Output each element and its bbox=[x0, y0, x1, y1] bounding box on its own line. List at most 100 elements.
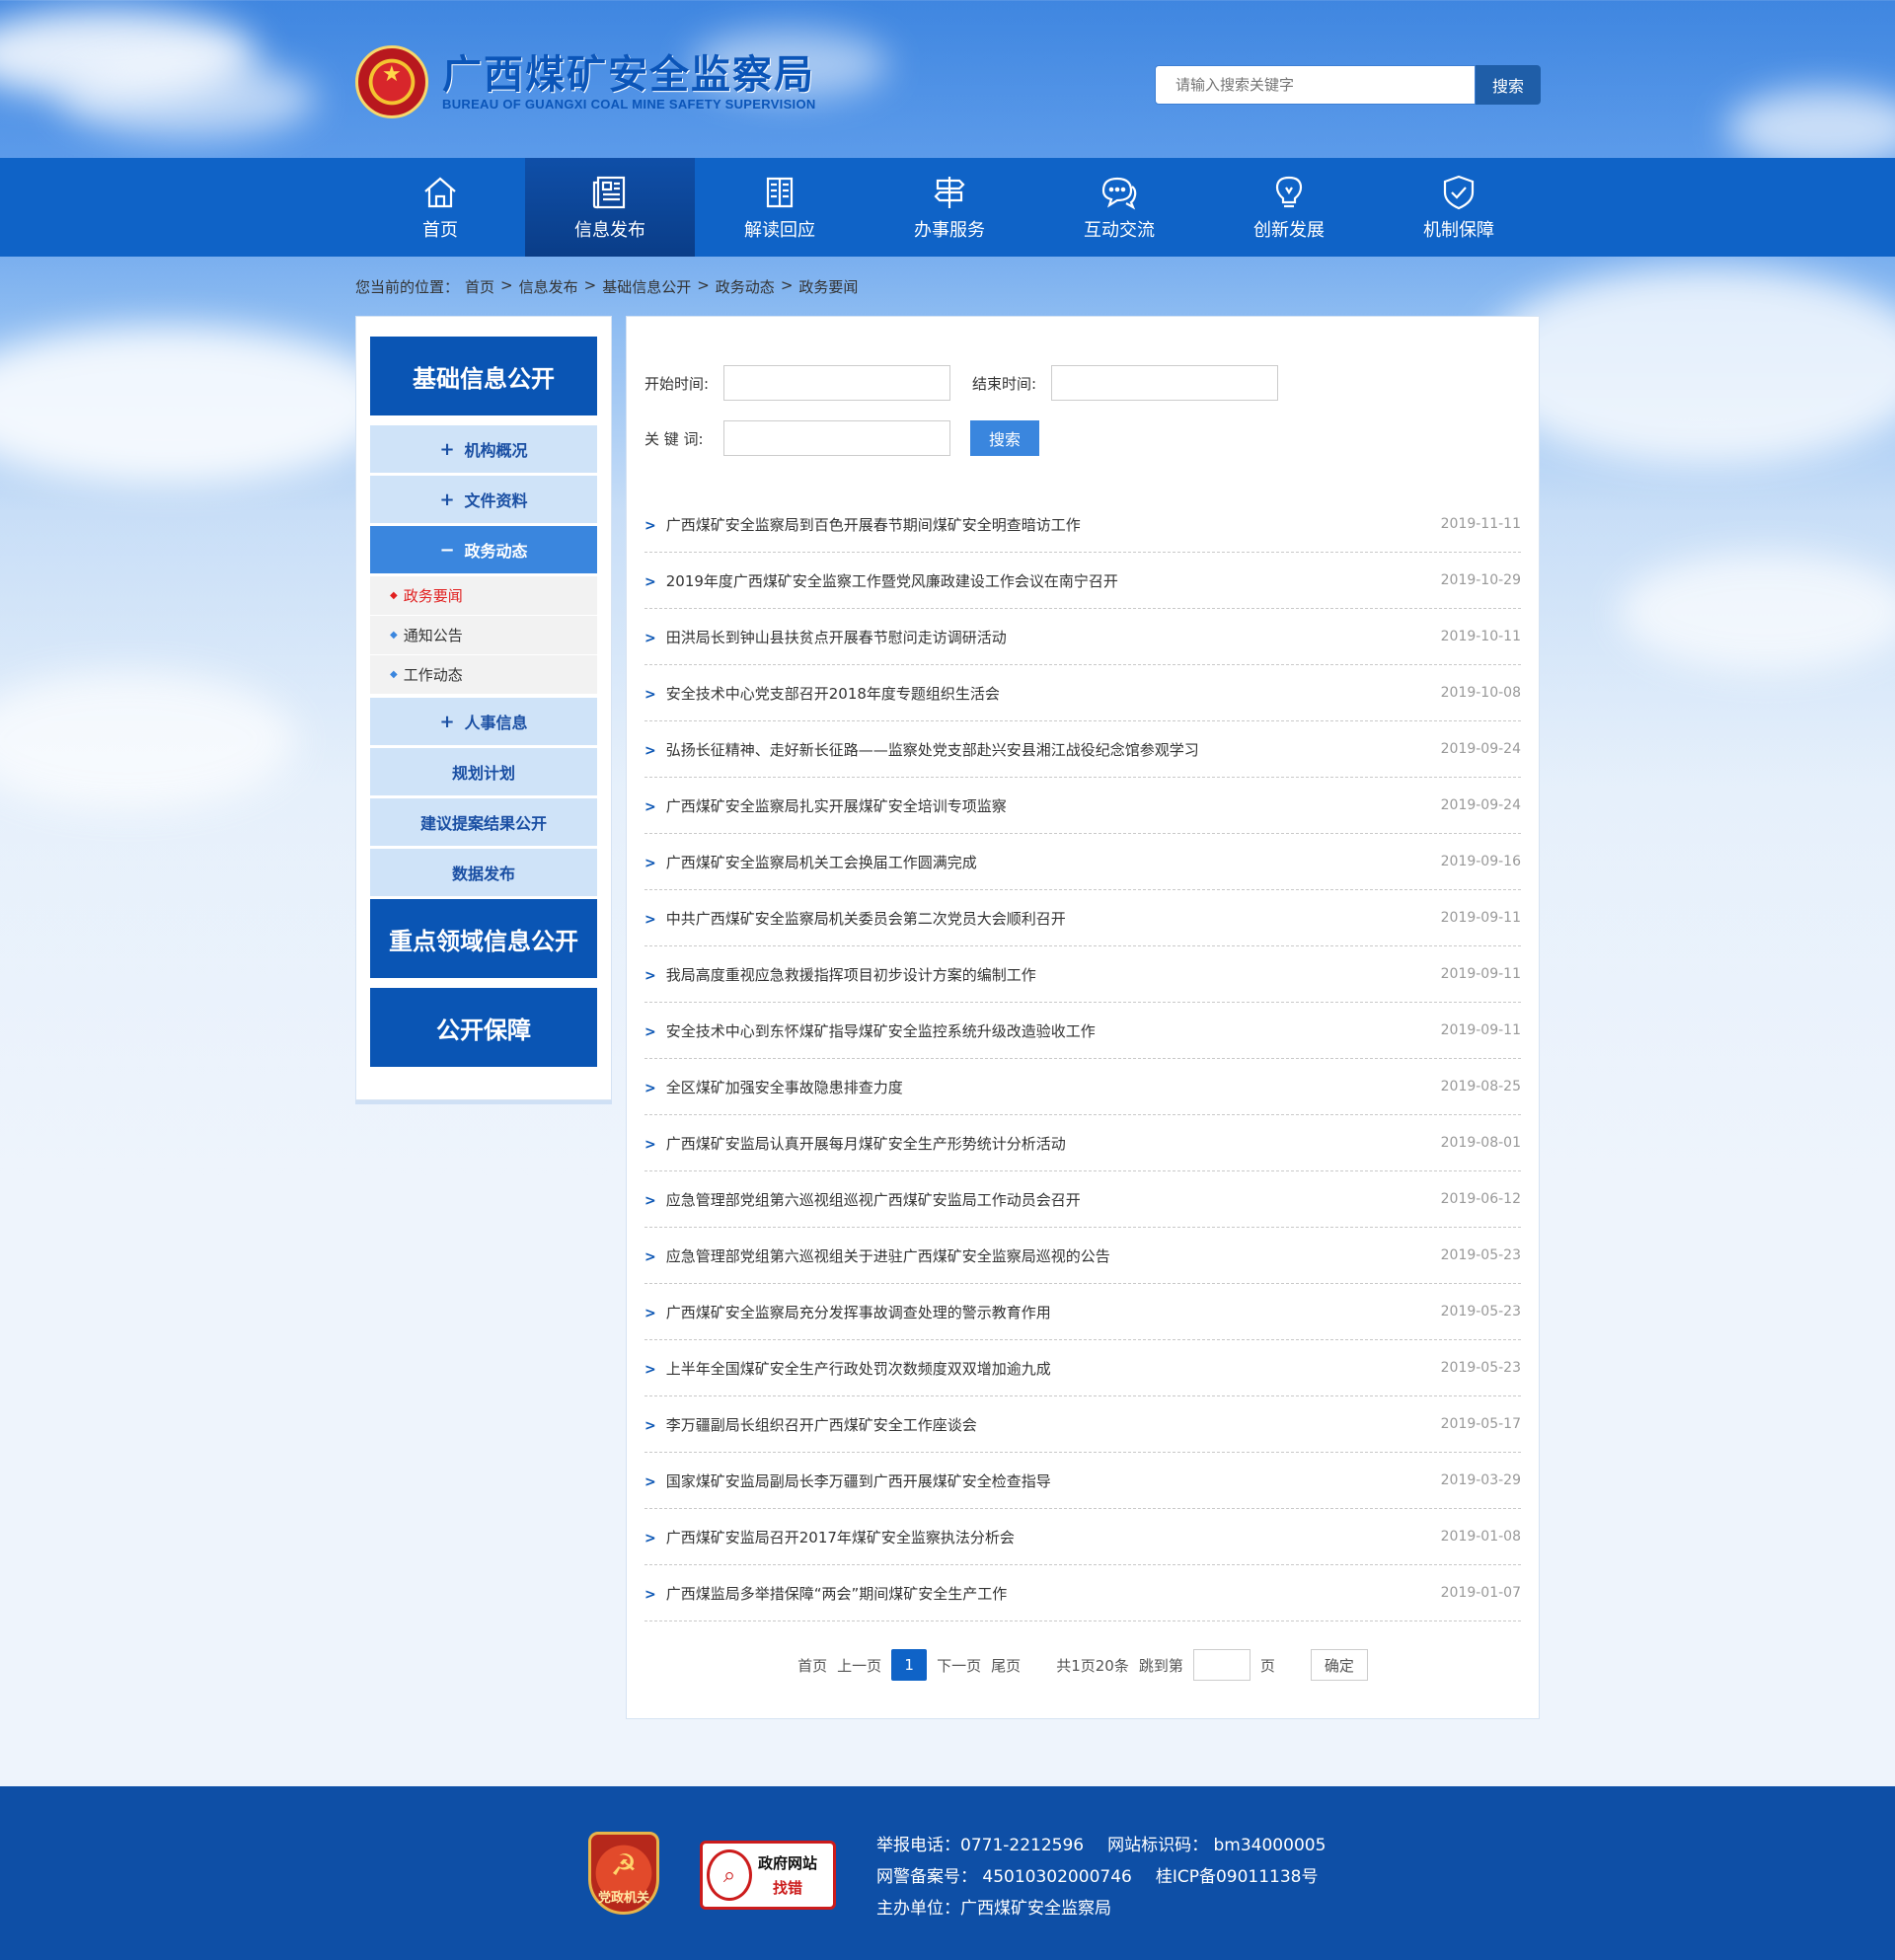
news-title[interactable]: 2019年度广西煤矿安全监察工作暨党风廉政建设工作会议在南宁召开 bbox=[666, 572, 1118, 590]
news-row[interactable]: > 中共广西煤矿安全监察局机关委员会第二次党员大会顺利召开 2019-09-11 bbox=[644, 890, 1521, 946]
chevron-right-icon: > bbox=[644, 1417, 656, 1434]
sidebar-item-proposals[interactable]: 建议提案结果公开 bbox=[370, 798, 597, 846]
news-title[interactable]: 广西煤矿安监局认真开展每月煤矿安全生产形势统计分析活动 bbox=[666, 1135, 1066, 1153]
sidebar-heading-disclosure-guarantee[interactable]: 公开保障 bbox=[370, 988, 597, 1067]
news-row[interactable]: > 李万疆副局长组织召开广西煤矿安全工作座谈会 2019-05-17 bbox=[644, 1396, 1521, 1453]
sidebar-item-planning[interactable]: 规划计划 bbox=[370, 748, 597, 795]
news-row[interactable]: > 我局高度重视应急救援指挥项目初步设计方案的编制工作 2019-09-11 bbox=[644, 946, 1521, 1003]
current-page[interactable]: 1 bbox=[891, 1649, 928, 1681]
chevron-right-icon: > bbox=[644, 911, 656, 928]
news-title[interactable]: 广西煤矿安监局召开2017年煤矿安全监察执法分析会 bbox=[666, 1529, 1015, 1546]
news-title[interactable]: 应急管理部党组第六巡视组关于进驻广西煤矿安全监察局巡视的公告 bbox=[666, 1247, 1110, 1265]
filter-search-button[interactable]: 搜索 bbox=[970, 420, 1039, 456]
badge2-line1: 政府网站 bbox=[758, 1854, 818, 1872]
news-title[interactable]: 广西煤矿安全监察局扎实开展煤矿安全培训专项监察 bbox=[666, 797, 1007, 815]
report-error-badge[interactable]: ⌕ 政府网站 找错 bbox=[700, 1841, 836, 1910]
news-title[interactable]: 广西煤矿安全监察局充分发挥事故调查处理的警示教育作用 bbox=[666, 1304, 1051, 1321]
sidebar-subitem-notices[interactable]: ◆ 通知公告 bbox=[370, 616, 597, 655]
sidebar-item-government-news[interactable]: − 政务动态 bbox=[370, 526, 597, 573]
sidebar-item-personnel[interactable]: + 人事信息 bbox=[370, 698, 597, 745]
nav-item-mechanism[interactable]: 机制保障 bbox=[1374, 158, 1544, 257]
news-row[interactable]: > 上半年全国煤矿安全生产行政处罚次数频度双双增加逾九成 2019-05-23 bbox=[644, 1340, 1521, 1396]
news-title-wrap: > 应急管理部党组第六巡视组巡视广西煤矿安监局工作动员会召开 bbox=[644, 1189, 1081, 1210]
news-date: 2019-01-08 bbox=[1440, 1529, 1521, 1545]
sidebar-item-data-release[interactable]: 数据发布 bbox=[370, 849, 597, 896]
police-record[interactable]: 网警备案号： 45010302000746 bbox=[876, 1867, 1132, 1887]
last-page-link[interactable]: 尾页 bbox=[991, 1655, 1021, 1676]
news-title[interactable]: 上半年全国煤矿安全生产行政处罚次数频度双双增加逾九成 bbox=[666, 1360, 1051, 1378]
news-title[interactable]: 应急管理部党组第六巡视组巡视广西煤矿安监局工作动员会召开 bbox=[666, 1191, 1081, 1209]
news-row[interactable]: > 广西煤矿安全监察局到百色开展春节期间煤矿安全明查暗访工作 2019-11-11 bbox=[644, 496, 1521, 553]
news-row[interactable]: > 国家煤矿安监局副局长李万疆到广西开展煤矿安全检查指导 2019-03-29 bbox=[644, 1453, 1521, 1509]
news-date: 2019-09-24 bbox=[1440, 741, 1521, 757]
breadcrumb-item[interactable]: 政务动态 bbox=[716, 276, 775, 297]
sidebar-heading-key-areas[interactable]: 重点领域信息公开 bbox=[370, 899, 597, 978]
news-date: 2019-10-08 bbox=[1440, 685, 1521, 701]
site-title-en: BUREAU OF GUANGXI COAL MINE SAFETY SUPER… bbox=[442, 96, 816, 112]
chevron-right-icon: > bbox=[644, 517, 656, 534]
news-title[interactable]: 安全技术中心到东怀煤矿指导煤矿安全监控系统升级改造验收工作 bbox=[666, 1022, 1096, 1040]
news-row[interactable]: > 安全技术中心党支部召开2018年度专题组织生活会 2019-10-08 bbox=[644, 665, 1521, 721]
party-government-badge[interactable]: ☭ 党政机关 bbox=[588, 1832, 659, 1915]
end-time-input[interactable] bbox=[1051, 365, 1278, 401]
home-icon bbox=[424, 177, 456, 208]
news-title[interactable]: 安全技术中心党支部召开2018年度专题组织生活会 bbox=[666, 685, 1000, 703]
sidebar-heading-basic-info[interactable]: 基础信息公开 bbox=[370, 337, 597, 415]
news-title[interactable]: 全区煤矿加强安全事故隐患排查力度 bbox=[666, 1079, 903, 1096]
sidebar-subitem-news[interactable]: ◆ 政务要闻 bbox=[370, 576, 597, 616]
breadcrumb-item[interactable]: 基础信息公开 bbox=[602, 276, 691, 297]
news-row[interactable]: > 田洪局长到钟山县扶贫点开展春节慰问走访调研活动 2019-10-11 bbox=[644, 609, 1521, 665]
breadcrumb-item[interactable]: 信息发布 bbox=[519, 276, 578, 297]
news-title[interactable]: 国家煤矿安监局副局长李万疆到广西开展煤矿安全检查指导 bbox=[666, 1472, 1051, 1490]
news-title[interactable]: 我局高度重视应急救援指挥项目初步设计方案的编制工作 bbox=[666, 966, 1036, 984]
search-input[interactable] bbox=[1155, 65, 1476, 105]
chevron-right-icon: > bbox=[644, 1305, 656, 1321]
search-button[interactable]: 搜索 bbox=[1476, 65, 1541, 105]
news-row[interactable]: > 应急管理部党组第六巡视组关于进驻广西煤矿安全监察局巡视的公告 2019-05-2… bbox=[644, 1228, 1521, 1284]
keyword-input[interactable] bbox=[723, 420, 950, 456]
breadcrumb-item[interactable]: 政务要闻 bbox=[798, 276, 858, 297]
sidebar-item-documents[interactable]: + 文件资料 bbox=[370, 476, 597, 523]
breadcrumb-separator: > bbox=[500, 276, 513, 294]
first-page-link[interactable]: 首页 bbox=[797, 1655, 827, 1676]
nav-item-services[interactable]: 办事服务 bbox=[865, 158, 1034, 257]
news-row[interactable]: > 弘扬长征精神、走好新长征路——监察处党支部赴兴安县湘江战役纪念馆参观学习 201… bbox=[644, 721, 1521, 778]
prev-page-link[interactable]: 上一页 bbox=[837, 1655, 881, 1676]
news-title[interactable]: 广西煤矿安全监察局机关工会换届工作圆满完成 bbox=[666, 854, 977, 871]
nav-item-innovation[interactable]: 创新发展 bbox=[1204, 158, 1374, 257]
news-title[interactable]: 弘扬长征精神、走好新长征路——监察处党支部赴兴安县湘江战役纪念馆参观学习 bbox=[666, 741, 1199, 759]
news-row[interactable]: > 广西煤矿安监局认真开展每月煤矿安全生产形势统计分析活动 2019-08-01 bbox=[644, 1115, 1521, 1171]
nav-item-home[interactable]: 首页 bbox=[355, 158, 525, 257]
breadcrumb-item[interactable]: 首页 bbox=[465, 276, 494, 297]
icp-record[interactable]: 桂ICP备09011138号 bbox=[1156, 1867, 1319, 1887]
news-title[interactable]: 李万疆副局长组织召开广西煤矿安全工作座谈会 bbox=[666, 1416, 977, 1434]
chevron-right-icon: > bbox=[644, 573, 656, 590]
nav-item-interaction[interactable]: 互动交流 bbox=[1034, 158, 1204, 257]
header-search: 搜索 bbox=[1155, 65, 1541, 105]
news-title[interactable]: 广西煤矿安全监察局到百色开展春节期间煤矿安全明查暗访工作 bbox=[666, 516, 1081, 534]
news-row[interactable]: > 应急管理部党组第六巡视组巡视广西煤矿安监局工作动员会召开 2019-06-12 bbox=[644, 1171, 1521, 1228]
nav-label: 创新发展 bbox=[1253, 220, 1325, 241]
news-row[interactable]: > 安全技术中心到东怀煤矿指导煤矿安全监控系统升级改造验收工作 2019-09-11 bbox=[644, 1003, 1521, 1059]
news-row[interactable]: > 广西煤矿安全监察局充分发挥事故调查处理的警示教育作用 2019-05-23 bbox=[644, 1284, 1521, 1340]
news-row[interactable]: > 广西煤矿安监局召开2017年煤矿安全监察执法分析会 2019-01-08 bbox=[644, 1509, 1521, 1565]
news-row[interactable]: >2019年度广西煤矿安全监察工作暨党风廉政建设工作会议在南宁召开 2019-10… bbox=[644, 553, 1521, 609]
news-row[interactable]: > 广西煤矿安全监察局扎实开展煤矿安全培训专项监察 2019-09-24 bbox=[644, 778, 1521, 834]
jump-confirm-button[interactable]: 确定 bbox=[1310, 1649, 1368, 1681]
news-row[interactable]: > 广西煤监局多举措保障“两会”期间煤矿安全生产工作 2019-01-07 bbox=[644, 1565, 1521, 1621]
site-logo[interactable]: ★ 广西煤矿安全监察局 BUREAU OF GUANGXI COAL MINE … bbox=[355, 45, 816, 118]
start-time-input[interactable] bbox=[723, 365, 950, 401]
news-title-wrap: > 安全技术中心党支部召开2018年度专题组织生活会 bbox=[644, 683, 1000, 704]
news-row[interactable]: > 全区煤矿加强安全事故隐患排查力度 2019-08-25 bbox=[644, 1059, 1521, 1115]
nav-item-info-release[interactable]: 信息发布 bbox=[525, 158, 695, 257]
news-title[interactable]: 广西煤监局多举措保障“两会”期间煤矿安全生产工作 bbox=[666, 1585, 1008, 1603]
sidebar-item-organization[interactable]: + 机构概况 bbox=[370, 425, 597, 473]
news-title[interactable]: 中共广西煤矿安全监察局机关委员会第二次党员大会顺利召开 bbox=[666, 910, 1066, 928]
news-title-wrap: >2019年度广西煤矿安全监察工作暨党风廉政建设工作会议在南宁召开 bbox=[644, 570, 1118, 591]
jump-page-input[interactable] bbox=[1192, 1649, 1251, 1681]
sidebar-subitem-work-updates[interactable]: ◆ 工作动态 bbox=[370, 655, 597, 695]
nav-item-interpretation[interactable]: 解读回应 bbox=[695, 158, 865, 257]
news-row[interactable]: > 广西煤矿安全监察局机关工会换届工作圆满完成 2019-09-16 bbox=[644, 834, 1521, 890]
news-title[interactable]: 田洪局长到钟山县扶贫点开展春节慰问走访调研活动 bbox=[666, 629, 1007, 646]
next-page-link[interactable]: 下一页 bbox=[937, 1655, 981, 1676]
